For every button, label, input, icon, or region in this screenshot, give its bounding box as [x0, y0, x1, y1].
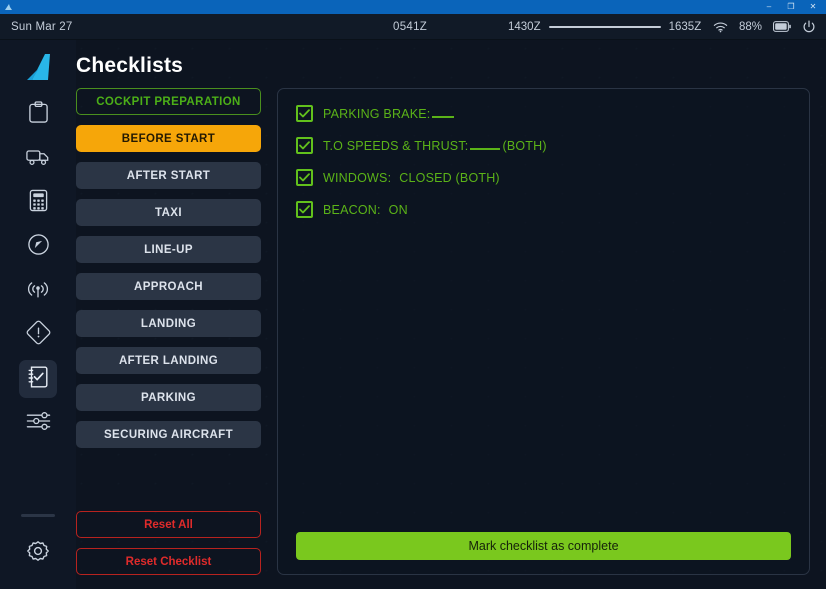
selector-spacer [76, 458, 261, 511]
battery-percent: 88% [739, 21, 762, 33]
item-title: BEACON: [323, 203, 381, 217]
wifi-icon [713, 21, 728, 33]
current-date: Sun Mar 27 [11, 21, 72, 33]
gear-icon [26, 540, 50, 569]
checklist-button-taxi[interactable]: TAXI [76, 199, 261, 226]
checklist-item-parking-brake[interactable]: PARKING BRAKE: [296, 105, 791, 122]
checklists-layout: COCKPIT PREPARATION BEFORE START AFTER S… [76, 88, 810, 589]
broadcast-icon [25, 278, 51, 305]
truck-icon [26, 147, 50, 172]
checkbox-checked-icon[interactable] [296, 105, 313, 122]
sidebar-item-failures[interactable] [19, 316, 57, 354]
checklist-item-windows[interactable]: WINDOWS: CLOSED (BOTH) [296, 169, 791, 186]
checkbox-checked-icon[interactable] [296, 169, 313, 186]
utc-clock: 0541Z [393, 21, 427, 33]
flight-progress: 1430Z 1635Z [508, 21, 701, 33]
calculator-icon [28, 189, 49, 217]
item-title: PARKING BRAKE: [323, 107, 430, 121]
sliders-icon [26, 410, 51, 437]
sidebar-item-settings-sliders[interactable] [19, 404, 57, 442]
flight-progress-bar [549, 26, 661, 28]
sidebar-item-checklists[interactable] [19, 360, 57, 398]
item-blank [470, 141, 500, 150]
compass-icon [27, 233, 50, 261]
sidebar-item-ground-services[interactable] [19, 140, 57, 178]
main-content: Checklists COCKPIT PREPARATION BEFORE ST… [76, 40, 826, 589]
checklist-button-after-landing[interactable]: AFTER LANDING [76, 347, 261, 374]
maximize-button[interactable]: ❐ [780, 0, 802, 14]
checklist-selector-list: COCKPIT PREPARATION BEFORE START AFTER S… [76, 88, 261, 575]
sidebar-item-navigation[interactable] [19, 228, 57, 266]
checkbox-checked-icon[interactable] [296, 201, 313, 218]
app-body: Checklists COCKPIT PREPARATION BEFORE ST… [0, 40, 826, 589]
sidebar-item-performance[interactable] [19, 184, 57, 222]
departure-time: 1430Z [508, 21, 541, 33]
close-button[interactable]: ✕ [802, 0, 824, 14]
item-value: (BOTH) [502, 139, 546, 153]
checklist-button-before-start[interactable]: BEFORE START [76, 125, 261, 152]
checklist-button-approach[interactable]: APPROACH [76, 273, 261, 300]
mark-complete-button[interactable]: Mark checklist as complete [296, 532, 791, 560]
checklist-items-panel: PARKING BRAKE: T.O SPEEDS & THRUST: (BOT… [277, 88, 810, 575]
checklist-item-beacon[interactable]: BEACON: ON [296, 201, 791, 218]
checkbox-checked-icon[interactable] [296, 137, 313, 154]
status-indicators: 88% [713, 20, 816, 34]
clipboard-icon [28, 101, 49, 129]
checklist-button-securing-aircraft[interactable]: SECURING AIRCRAFT [76, 421, 261, 448]
sidebar [0, 40, 76, 589]
sidebar-item-clipboard[interactable] [19, 96, 57, 134]
sidebar-item-atc[interactable] [19, 272, 57, 310]
sidebar-item-settings[interactable] [19, 535, 57, 573]
arrival-time: 1635Z [669, 21, 702, 33]
checklist-item-to-speeds-thrust[interactable]: T.O SPEEDS & THRUST: (BOTH) [296, 137, 791, 154]
item-blank [432, 109, 454, 118]
reset-all-button[interactable]: Reset All [76, 511, 261, 538]
checklist-button-line-up[interactable]: LINE-UP [76, 236, 261, 263]
window-controls: – ❐ ✕ [758, 0, 824, 14]
checklist-button-after-start[interactable]: AFTER START [76, 162, 261, 189]
checklist-button-cockpit-preparation[interactable]: COCKPIT PREPARATION [76, 88, 261, 115]
warning-diamond-icon [26, 320, 51, 350]
item-value: ON [381, 203, 408, 217]
sidebar-divider [21, 514, 55, 517]
window-titlebar: – ❐ ✕ [0, 0, 826, 14]
item-title: WINDOWS: [323, 171, 391, 185]
checklist-button-parking[interactable]: PARKING [76, 384, 261, 411]
power-icon[interactable] [802, 20, 816, 34]
item-value: CLOSED (BOTH) [391, 171, 500, 185]
checklist-icon [27, 365, 49, 394]
aircraft-tail-logo [18, 50, 58, 84]
minimize-button[interactable]: – [758, 0, 780, 14]
page-title: Checklists [76, 54, 810, 78]
checklist-button-landing[interactable]: LANDING [76, 310, 261, 337]
checklist-items: PARKING BRAKE: T.O SPEEDS & THRUST: (BOT… [296, 105, 791, 532]
status-bar: Sun Mar 27 0541Z 1430Z 1635Z 88% [0, 14, 826, 40]
item-title: T.O SPEEDS & THRUST: [323, 139, 468, 153]
app-icon [4, 3, 13, 12]
battery-icon [773, 21, 791, 32]
reset-checklist-button[interactable]: Reset Checklist [76, 548, 261, 575]
